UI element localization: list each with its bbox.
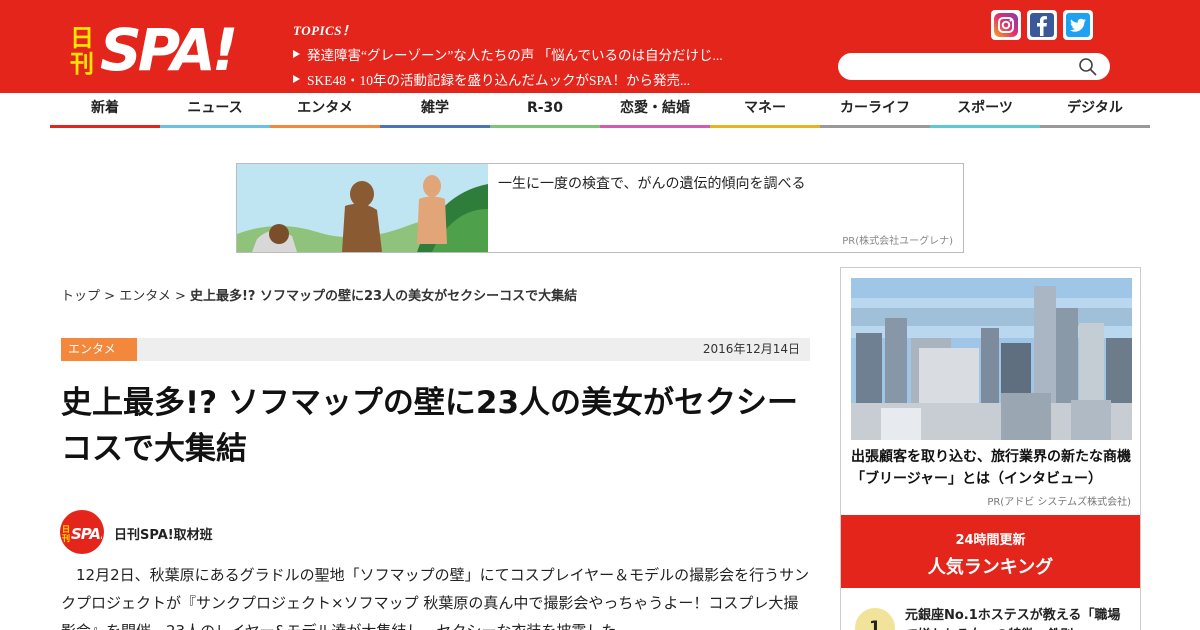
ad-pr-label: PR(株式会社ユーグレナ) [842, 236, 953, 247]
nav-item-r30[interactable]: R-30 [490, 93, 600, 128]
article-date: 2016年12月14日 [702, 342, 800, 356]
site-logo[interactable]: 日 刊 SPA! [68, 12, 238, 76]
article-title: 史上最多!? ソフマップの壁に23人の美女がセクシーコスで大集結 [61, 385, 799, 467]
svg-text:日: 日 [62, 525, 70, 534]
topic-item[interactable]: 発達障害“グレーゾーン”な人たちの声 「悩んでいるのは自分だけじ... [293, 44, 723, 64]
svg-text:日: 日 [70, 24, 94, 52]
sidebar-pr-label: PR(アドビ システムズ株式会社) [987, 497, 1131, 508]
nav-item-trivia[interactable]: 雑学 [380, 93, 490, 128]
category-badge[interactable]: エンタメ [61, 338, 137, 361]
ad-banner[interactable]: 一生に一度の検査で、がんの遺伝的傾向を調べる PR(株式会社ユーグレナ) [236, 163, 964, 253]
nav-item-love[interactable]: 恋愛・結婚 [600, 93, 710, 128]
nav-item-money[interactable]: マネー [710, 93, 820, 128]
main-nav: 新着 ニュース エンタメ 雑学 R-30 恋愛・結婚 マネー カーライフ スポー… [50, 93, 1150, 128]
sidebar-article-caption[interactable]: 出張顧客を取り込む、旅行業界の新たな商機「ブリージャー」とは（インタビュー） [851, 446, 1136, 490]
rank-item-title[interactable]: 元銀座No.1ホステスが教える「職場で嫌われる女」の特徴。鉄則 [905, 606, 1130, 630]
sidebar: 出張顧客を取り込む、旅行業界の新たな商機「ブリージャー」とは（インタビュー） P… [840, 267, 1141, 630]
facebook-icon[interactable] [1027, 10, 1057, 40]
topics: TOPICS！ 発達障害“グレーゾーン”な人たちの声 「悩んでいるのは自分だけじ… [293, 20, 723, 89]
breadcrumb: トップ > エンタメ > 史上最多!? ソフマップの壁に23人の美女がセクシーコ… [61, 285, 577, 304]
svg-text:SPA!: SPA! [100, 16, 235, 76]
topic-link[interactable]: 発達障害“グレーゾーン”な人たちの声 「悩んでいるのは自分だけじ... [307, 44, 723, 64]
instagram-icon[interactable] [991, 10, 1021, 40]
twitter-icon[interactable] [1063, 10, 1093, 40]
breadcrumb-current: 史上最多!? ソフマップの壁に23人の美女がセクシーコスで大集結 [189, 289, 578, 304]
search-icon[interactable] [1078, 57, 1098, 77]
topic-item[interactable]: SKE48・10年の活動記録を盛り込んだムックがSPA！から発売... [293, 69, 723, 89]
article-meta-bar: エンタメ 2016年12月14日 [61, 338, 810, 361]
rank-number-badge: 1 [855, 608, 895, 630]
breadcrumb-category[interactable]: エンタメ [119, 289, 171, 304]
nav-item-new[interactable]: 新着 [50, 93, 160, 128]
ranking-title: 人気ランキング [927, 557, 1054, 578]
nav-item-digital[interactable]: デジタル [1040, 93, 1150, 128]
svg-text:刊: 刊 [70, 50, 94, 76]
breadcrumb-separator: > [100, 289, 120, 304]
topics-title: TOPICS！ [293, 23, 356, 38]
nav-item-news[interactable]: ニュース [160, 93, 270, 128]
ad-image[interactable] [237, 164, 488, 252]
triangle-right-icon [293, 50, 300, 58]
author-name[interactable]: 日刊SPA!取材班 [114, 524, 213, 543]
article-body: 12月2日、秋葉原にあるグラドルの聖地「ソフマップの壁」にてコスプレイヤー＆モデ… [61, 566, 810, 630]
sidebar-city-image[interactable] [851, 278, 1132, 440]
ranking-subtitle: 24時間更新 [955, 533, 1026, 548]
nav-item-carlife[interactable]: カーライフ [820, 93, 930, 128]
site-header: 日 刊 SPA! TOPICS！ 発達障害“グレーゾーン”な人たちの声 「悩んで… [0, 0, 1200, 93]
svg-text:刊: 刊 [62, 533, 70, 543]
search-input[interactable] [838, 53, 1110, 80]
nav-item-entertainment[interactable]: エンタメ [270, 93, 380, 128]
nav-item-sports[interactable]: スポーツ [930, 93, 1040, 128]
topic-link[interactable]: SKE48・10年の活動記録を盛り込んだムックがSPA！から発売... [307, 69, 690, 89]
ranking-header: 24時間更新 人気ランキング [841, 515, 1140, 588]
triangle-right-icon [293, 75, 300, 83]
breadcrumb-separator: > [170, 289, 190, 304]
ad-text[interactable]: 一生に一度の検査で、がんの遺伝的傾向を調べる [498, 173, 805, 193]
svg-text:SPA!: SPA! [71, 525, 102, 543]
breadcrumb-top[interactable]: トップ [61, 289, 100, 304]
author-avatar: 日 刊 SPA! [60, 510, 104, 554]
